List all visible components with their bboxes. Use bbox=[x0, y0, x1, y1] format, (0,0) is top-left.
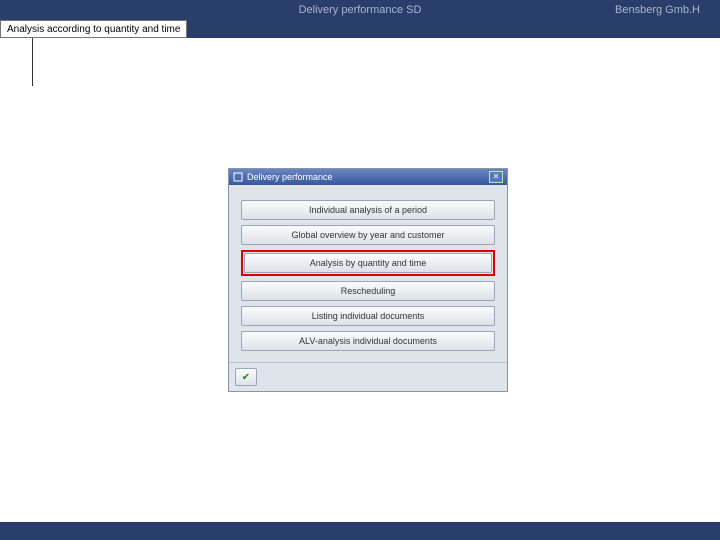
footer-bar bbox=[0, 522, 720, 540]
dialog-title: Delivery performance bbox=[247, 172, 333, 182]
dialog-titlebar: Delivery performance ✕ bbox=[229, 169, 507, 185]
tab-label-text: Analysis according to quantity and time bbox=[7, 24, 180, 35]
delivery-performance-dialog: Delivery performance ✕ Individual analys… bbox=[228, 168, 508, 392]
tree-connector-line bbox=[32, 38, 33, 86]
option-label: ALV-analysis individual documents bbox=[299, 336, 437, 346]
dialog-body: Individual analysis of a period Global o… bbox=[229, 185, 507, 362]
option-label: Individual analysis of a period bbox=[309, 205, 427, 215]
option-row: Rescheduling bbox=[241, 281, 495, 301]
option-row: Individual analysis of a period bbox=[241, 200, 495, 220]
window-icon bbox=[233, 172, 243, 182]
option-label: Global overview by year and customer bbox=[291, 230, 444, 240]
option-row: ALV-analysis individual documents bbox=[241, 331, 495, 351]
check-icon: ✔ bbox=[242, 372, 250, 383]
sub-header-fill bbox=[187, 20, 720, 38]
option-row: Global overview by year and customer bbox=[241, 225, 495, 245]
option-row-highlighted: Analysis by quantity and time bbox=[241, 250, 495, 276]
dialog-close-button[interactable]: ✕ bbox=[489, 171, 503, 183]
option-rescheduling[interactable]: Rescheduling bbox=[241, 281, 495, 301]
option-individual-analysis-period[interactable]: Individual analysis of a period bbox=[241, 200, 495, 220]
dialog-footer: ✔ bbox=[229, 362, 507, 391]
sub-header: Analysis according to quantity and time bbox=[0, 20, 720, 38]
confirm-button[interactable]: ✔ bbox=[235, 368, 257, 386]
option-label: Listing individual documents bbox=[312, 311, 425, 321]
option-alv-analysis-individual-documents[interactable]: ALV-analysis individual documents bbox=[241, 331, 495, 351]
option-row: Listing individual documents bbox=[241, 306, 495, 326]
option-label: Analysis by quantity and time bbox=[310, 258, 427, 268]
header-bar: Delivery performance SD Bensberg Gmb.H bbox=[0, 0, 720, 20]
option-listing-individual-documents[interactable]: Listing individual documents bbox=[241, 306, 495, 326]
header-company: Bensberg Gmb.H bbox=[615, 4, 700, 16]
close-icon: ✕ bbox=[493, 172, 500, 181]
option-global-overview-year-customer[interactable]: Global overview by year and customer bbox=[241, 225, 495, 245]
header-title: Delivery performance SD bbox=[299, 4, 422, 16]
option-analysis-quantity-time[interactable]: Analysis by quantity and time bbox=[244, 253, 492, 273]
option-label: Rescheduling bbox=[341, 286, 396, 296]
tab-analysis-qty-time[interactable]: Analysis according to quantity and time bbox=[0, 20, 187, 38]
